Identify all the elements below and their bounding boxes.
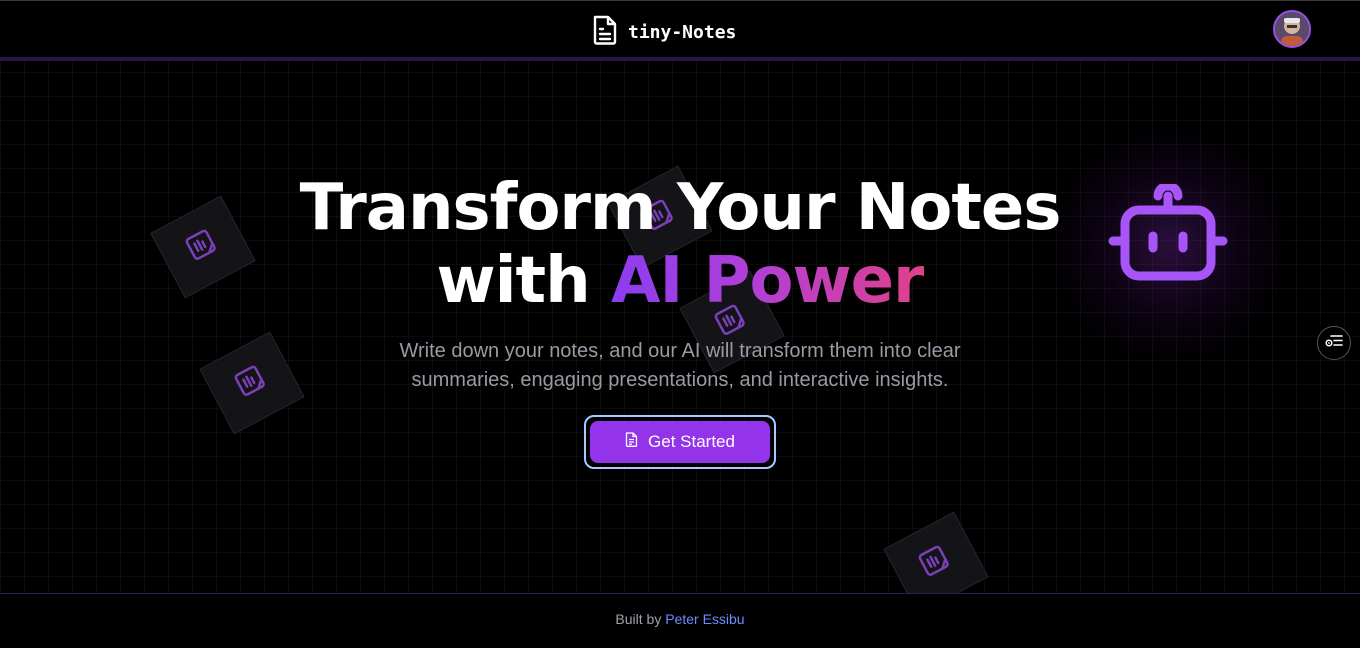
footer-prefix: Built by — [615, 611, 662, 627]
hero-title-line1: Transform Your Notes — [299, 171, 1062, 245]
hero-title: Transform Your Notes with AI Power — [0, 172, 1360, 318]
hero-title-line2-prefix: with — [436, 244, 611, 318]
hero-subtitle-line2: summaries, engaging presentations, and i… — [411, 369, 949, 391]
brand[interactable]: tiny-Notes — [592, 15, 736, 50]
get-started-button[interactable]: Get Started — [590, 421, 770, 463]
settings-list-icon — [1325, 334, 1343, 353]
header-divider — [0, 57, 1360, 61]
hero-subtitle-line1: Write down your notes, and our AI will t… — [399, 340, 961, 362]
document-icon — [625, 432, 638, 452]
top-navbar: tiny-Notes — [0, 0, 1360, 57]
document-icon — [592, 15, 618, 50]
brand-name: tiny-Notes — [628, 22, 737, 43]
hero-subtitle: Write down your notes, and our AI will t… — [0, 337, 1360, 395]
get-started-label: Get Started — [648, 432, 735, 451]
user-avatar[interactable] — [1273, 10, 1311, 48]
hero-title-accent: AI Power — [610, 244, 925, 318]
footer-credit: Built by Peter Essibu — [0, 611, 1360, 627]
note-icon — [915, 541, 958, 586]
footer: Built by Peter Essibu — [0, 593, 1360, 648]
footer-author-link[interactable]: Peter Essibu — [665, 611, 744, 627]
settings-list-button[interactable] — [1317, 326, 1351, 360]
page: tiny-Notes Transform Your Notes with AI … — [0, 0, 1360, 648]
